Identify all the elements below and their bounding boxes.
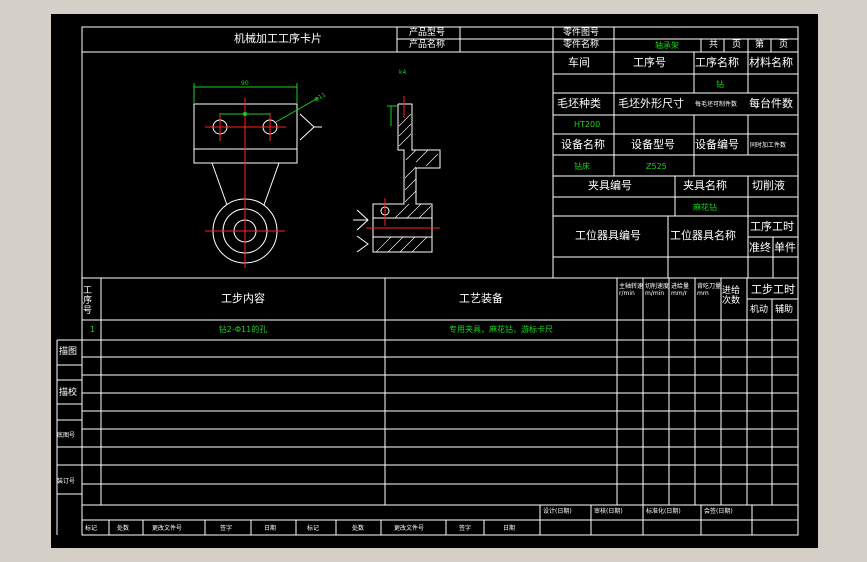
coolant-label: 切削液 xyxy=(752,179,785,192)
station-tool-no-label: 工位器具编号 xyxy=(575,229,641,242)
footer-col-signature-2: 签字 xyxy=(459,525,472,532)
proof-label: 描校 xyxy=(59,388,78,398)
step-row-equipment: 专用夹具，麻花钻，游标卡尺 xyxy=(449,325,553,334)
step-row-no: 1 xyxy=(90,325,96,334)
aux-time-header: 辅助 xyxy=(775,305,794,315)
product-model-label: 产品型号 xyxy=(409,28,446,38)
equip-model-value: Z525 xyxy=(646,162,667,171)
blank-type-value: HT200 xyxy=(574,120,601,129)
design-label: 设计(日期) xyxy=(543,508,572,515)
card-title: 机械加工工序卡片 xyxy=(234,32,322,45)
drawing-dim-label: 90 xyxy=(241,80,249,87)
blank-type-label: 毛坯种类 xyxy=(557,97,601,110)
process-card-sheet xyxy=(56,26,799,536)
blank-pieces-label: 每毛坯可制件数 xyxy=(695,101,738,108)
product-name-label: 产品名称 xyxy=(409,40,446,50)
process-no-label: 工序号 xyxy=(633,56,666,69)
side-dimensions xyxy=(387,105,398,126)
page-label: 页 xyxy=(732,40,742,50)
footer-col-change-doc-2: 更改文件号 xyxy=(394,525,425,532)
unit-time-label: 单件 xyxy=(774,241,796,254)
part-number-label: 零件图号 xyxy=(563,28,600,38)
footer-col-signature: 签字 xyxy=(220,525,233,532)
footer-col-count: 处数 xyxy=(117,525,130,532)
fixture-name-value: 麻花钻 xyxy=(693,203,717,212)
step-time-header: 工步工时 xyxy=(751,283,795,296)
footer-col-mark: 标记 xyxy=(85,525,98,532)
total-label: 共 xyxy=(709,40,719,50)
step-no-header: 工序号 xyxy=(83,286,93,316)
blank-size-label: 毛坯外形尺寸 xyxy=(618,97,684,110)
standard-label: 标准化(日期) xyxy=(646,508,681,515)
fixture-name-label: 夹具名称 xyxy=(683,179,727,192)
footer-col-date: 日期 xyxy=(264,525,277,532)
feed-header: 进给量 mm/r xyxy=(671,283,690,297)
base-no-label: 底图号 xyxy=(57,432,76,439)
step-row-content: 钻2-Φ11的孔 xyxy=(218,325,268,334)
depth-header: 背吃刀量 mm xyxy=(697,283,722,297)
side-hatching xyxy=(375,113,439,253)
equip-name-value: 钻床 xyxy=(574,162,590,171)
sheet-label: 第 xyxy=(755,40,765,50)
spindle-speed-header: 主轴转速 r/min xyxy=(619,283,644,297)
workshop-label: 车间 xyxy=(568,56,590,69)
footer-col-mark-2: 标记 xyxy=(307,525,320,532)
footer-col-count-2: 处数 xyxy=(352,525,365,532)
cut-speed-header: 切削速度 m/min xyxy=(645,283,670,297)
front-dimensions xyxy=(193,83,319,123)
station-tool-name-label: 工位器具名称 xyxy=(670,229,736,242)
fixture-no-label: 夹具编号 xyxy=(588,179,632,192)
review-label: 审核(日期) xyxy=(594,508,623,515)
equipment-header: 工艺装备 xyxy=(459,292,503,305)
trace-label: 描图 xyxy=(59,347,78,357)
equip-model-label: 设备型号 xyxy=(631,138,675,151)
per-unit-label: 每台件数 xyxy=(749,97,793,110)
equip-no-label: 设备编号 xyxy=(695,138,739,151)
footer-col-change-doc: 更改文件号 xyxy=(152,525,183,532)
passes-header: 进给次数 xyxy=(722,286,741,306)
part-name-value: 轴承架 xyxy=(655,41,679,50)
concurrent-label: 同时加工件数 xyxy=(750,142,787,149)
prep-time-label: 准终 xyxy=(749,241,771,254)
part-name-label: 零件名称 xyxy=(563,40,600,50)
equip-name-label: 设备名称 xyxy=(561,138,605,151)
material-label: 材料名称 xyxy=(749,56,793,69)
outer-frame xyxy=(81,26,799,536)
side-locator-marks xyxy=(353,209,369,253)
proc-time-label: 工序工时 xyxy=(750,220,794,233)
sheet-page-label: 页 xyxy=(779,40,789,50)
step-content-header: 工步内容 xyxy=(221,292,265,305)
process-name-label: 工序名称 xyxy=(695,56,739,69)
front-centerlines xyxy=(205,98,286,268)
part-side-view xyxy=(372,103,441,253)
machine-time-header: 机动 xyxy=(750,305,769,315)
process-name-value: 钻 xyxy=(716,80,724,89)
front-locator-mark xyxy=(299,113,322,141)
drawing-note-label: k4 xyxy=(399,69,407,76)
sign-label: 会签(日期) xyxy=(704,508,733,515)
footer-col-date-2: 日期 xyxy=(503,525,516,532)
binding-no-label: 装订号 xyxy=(57,478,76,485)
